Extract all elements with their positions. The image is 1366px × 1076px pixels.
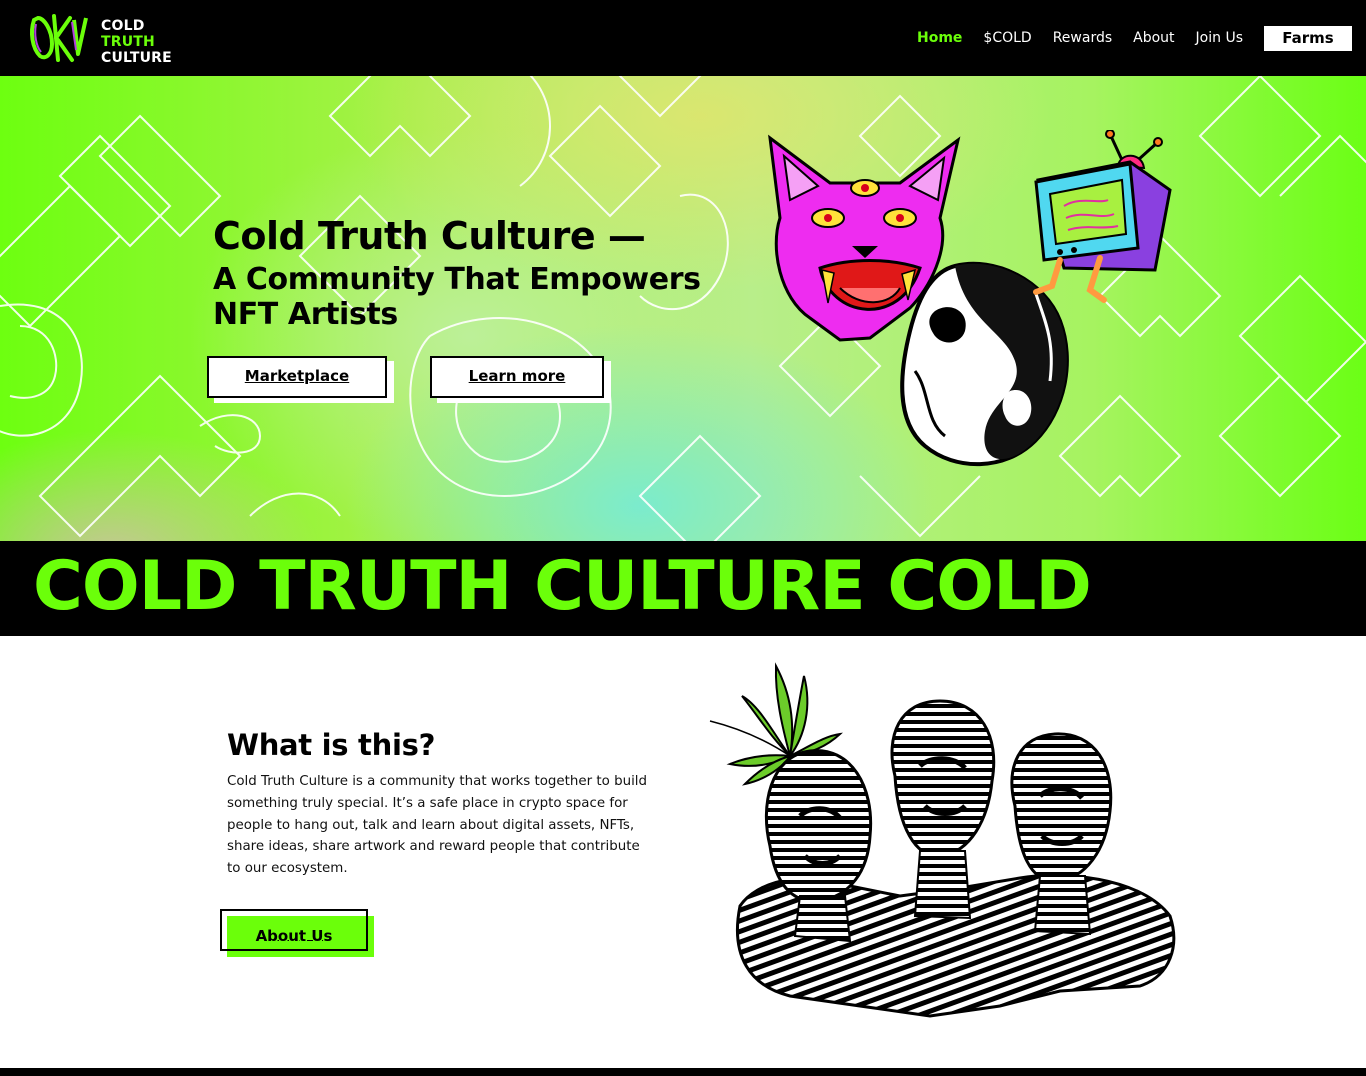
learn-more-button[interactable]: Learn more	[430, 356, 611, 403]
footer-edge	[0, 1068, 1366, 1076]
nav-home[interactable]: Home	[917, 25, 962, 51]
marketplace-button-label: Marketplace	[244, 367, 350, 385]
about-us-button-label: About Us	[255, 927, 333, 945]
about-description: Cold Truth Culture is a community that w…	[227, 774, 648, 877]
marquee-text: COLD TRUTH CULTURE COLD	[33, 547, 1092, 626]
nav-rewards[interactable]: Rewards	[1053, 25, 1112, 51]
brand-line-1: COLD	[101, 18, 145, 34]
three-heads-illustration	[709, 662, 1176, 1018]
logo-mark-icon	[30, 14, 88, 62]
nav-about[interactable]: About	[1133, 25, 1174, 51]
farms-button[interactable]: Farms	[1264, 25, 1352, 51]
nav-cold-token[interactable]: $COLD	[983, 25, 1031, 51]
brand-marquee: COLD TRUTH CULTURE COLD	[0, 541, 1366, 636]
brand-line-3: CULTURE	[101, 50, 172, 66]
marketplace-button[interactable]: Marketplace	[207, 356, 394, 403]
nav-join-us[interactable]: Join Us	[1196, 25, 1243, 51]
brand-wordmark: COLD TRUTH CULTURE	[101, 18, 172, 66]
hero-section: Cold Truth Culture — A Community That Em…	[0, 76, 1366, 541]
brand-line-2: TRUTH	[101, 34, 155, 50]
site-header: COLD TRUTH CULTURE Home $COLD Rewards Ab…	[0, 0, 1366, 76]
main-nav: Home $COLD Rewards About Join Us Farms	[896, 25, 1352, 51]
learn-more-button-label: Learn more	[468, 367, 566, 385]
hero-title: Cold Truth Culture —	[213, 214, 646, 258]
about-us-button[interactable]: About Us	[220, 909, 374, 957]
walking-tv-illustration	[1033, 130, 1172, 303]
hero-subtitle: A Community That Empowers NFT Artists	[213, 262, 701, 332]
about-title: What is this?	[227, 728, 436, 762]
brand-logo[interactable]: COLD TRUTH CULTURE	[28, 10, 198, 66]
